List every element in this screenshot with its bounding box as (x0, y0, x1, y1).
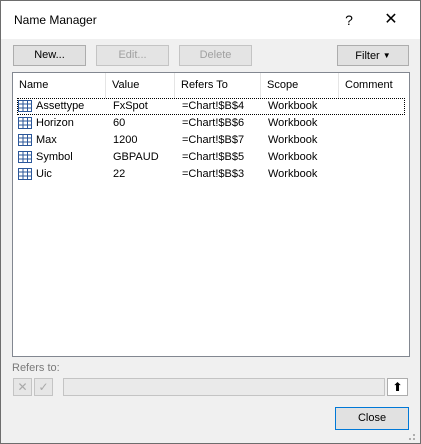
dialog-title: Name Manager (14, 13, 97, 27)
cell-value: GBPAUD (113, 151, 159, 163)
cell-name: Symbol (36, 151, 73, 163)
cell-refers-to: =Chart!$B$3 (182, 168, 245, 180)
filter-button-label: Filter (355, 50, 380, 62)
table-row[interactable]: Max 1200 =Chart!$B$7 Workbook (17, 132, 405, 149)
close-button[interactable]: Close (335, 407, 409, 430)
help-button[interactable]: ? (339, 10, 359, 30)
grid-icon (18, 151, 32, 163)
cell-scope: Workbook (268, 100, 318, 112)
edit-button-label: Edit... (118, 49, 147, 61)
names-list[interactable]: Name Value Refers To Scope Comment Asset… (12, 72, 410, 357)
cell-refers-to: =Chart!$B$4 (182, 100, 245, 112)
cell-refers-to: =Chart!$B$5 (182, 151, 245, 163)
cell-name: Assettype (36, 100, 85, 112)
filter-button[interactable]: Filter ▼ (337, 45, 409, 66)
table-row[interactable]: Symbol GBPAUD =Chart!$B$5 Workbook (17, 149, 405, 166)
close-window-button[interactable]: ✕ (376, 9, 406, 31)
table-row[interactable]: Uic 22 =Chart!$B$3 Workbook (17, 166, 405, 183)
cell-value: 60 (113, 117, 126, 129)
resize-grip-icon[interactable] (406, 431, 416, 441)
cell-scope: Workbook (268, 117, 318, 129)
column-header-row: Name Value Refers To Scope Comment (13, 73, 409, 98)
column-header-refers-to[interactable]: Refers To (175, 73, 261, 98)
column-header-name[interactable]: Name (13, 73, 106, 98)
close-button-label: Close (357, 412, 387, 424)
cell-refers-to: =Chart!$B$6 (182, 117, 245, 129)
confirm-edit-button[interactable]: ✓ (34, 378, 53, 396)
table-row[interactable]: Horizon 60 =Chart!$B$6 Workbook (17, 115, 405, 132)
cell-name: Uic (36, 168, 52, 180)
edit-button[interactable]: Edit... (96, 45, 169, 66)
column-header-value[interactable]: Value (106, 73, 175, 98)
cell-refers-to: =Chart!$B$7 (182, 134, 245, 146)
cell-value: 1200 (113, 134, 138, 146)
delete-button[interactable]: Delete (179, 45, 252, 66)
cell-name: Horizon (36, 117, 74, 129)
cell-scope: Workbook (268, 134, 318, 146)
refers-to-label: Refers to: (12, 362, 60, 374)
cell-value: 22 (113, 168, 126, 180)
grid-icon (18, 100, 32, 112)
chevron-down-icon: ▼ (382, 51, 391, 60)
cell-scope: Workbook (268, 168, 318, 180)
name-manager-dialog: Name Manager ? ✕ New... Edit... Delete F… (0, 0, 421, 444)
new-button-label: New... (34, 49, 65, 61)
column-header-scope[interactable]: Scope (261, 73, 339, 98)
cell-scope: Workbook (268, 151, 318, 163)
column-header-comment[interactable]: Comment (339, 73, 409, 98)
delete-button-label: Delete (199, 49, 232, 61)
cancel-edit-button[interactable]: ✕ (13, 378, 32, 396)
cell-value: FxSpot (113, 100, 148, 112)
refers-to-input[interactable] (63, 378, 385, 396)
grid-icon (18, 117, 32, 129)
cell-name: Max (36, 134, 57, 146)
title-bar: Name Manager ? ✕ (1, 1, 420, 39)
table-row[interactable]: Assettype FxSpot =Chart!$B$4 Workbook (17, 98, 405, 115)
grid-icon (18, 134, 32, 146)
collapse-dialog-button[interactable]: ⬆ (387, 378, 408, 396)
new-button[interactable]: New... (13, 45, 86, 66)
grid-icon (18, 168, 32, 180)
